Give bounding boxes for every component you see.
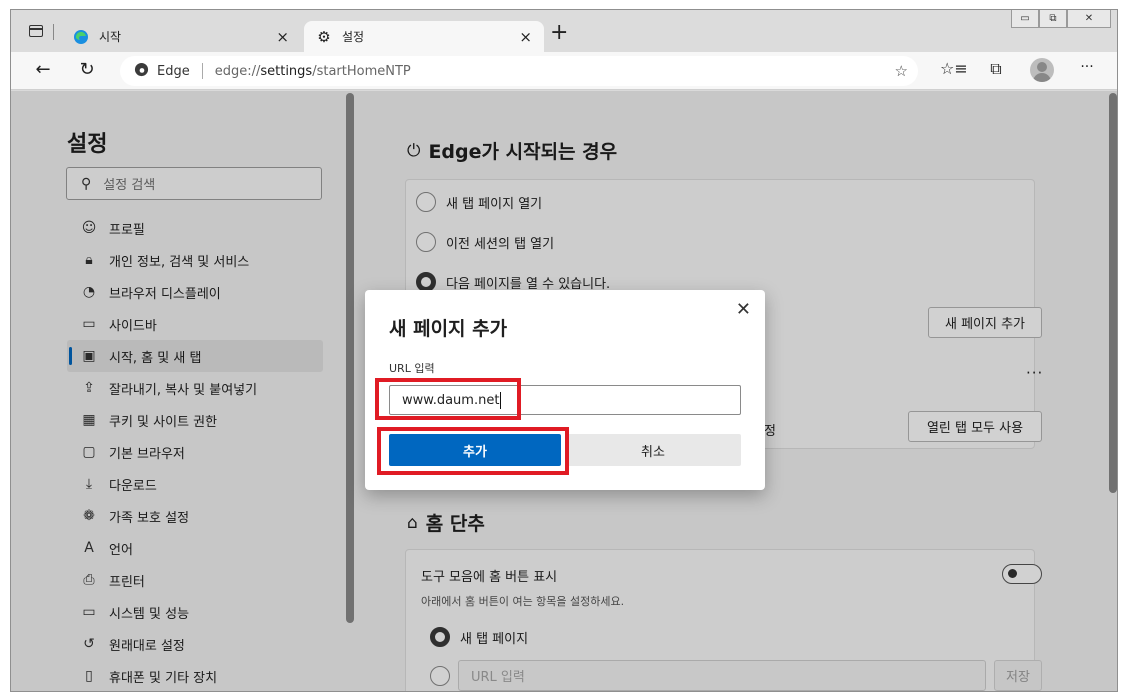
collections-icon[interactable]: ⧉	[984, 59, 1008, 79]
address-bar[interactable]: Edge edge://settings/startHomeNTP ☆	[120, 56, 918, 86]
profile-avatar[interactable]	[1030, 58, 1054, 82]
tab-start[interactable]: 시작 ×	[61, 21, 301, 52]
refresh-icon[interactable]: ↻	[75, 59, 99, 80]
minimize-button[interactable]: ▭	[1011, 10, 1039, 28]
gear-icon: ⚙	[317, 27, 331, 46]
add-favorite-icon[interactable]: ☆	[895, 62, 908, 80]
url-path-bold: settings	[260, 63, 313, 79]
tab-close-icon[interactable]: ×	[519, 28, 532, 46]
highlight-url-input	[375, 378, 521, 420]
favorites-icon[interactable]: ☆≡	[940, 59, 968, 78]
highlight-add-button	[377, 427, 569, 475]
more-menu-icon[interactable]: ···	[1075, 59, 1099, 75]
dialog-title: 새 페이지 추가	[389, 318, 508, 340]
cancel-button[interactable]: 취소	[565, 434, 741, 466]
close-icon[interactable]: ✕	[736, 299, 751, 320]
tab-close-icon[interactable]: ×	[276, 28, 289, 46]
edge-logo-icon	[134, 62, 149, 81]
tab-separator	[53, 24, 54, 40]
url-path-rest: /startHomeNTP	[312, 63, 411, 79]
close-window-button[interactable]: ✕	[1067, 10, 1111, 28]
new-tab-button[interactable]: +	[550, 22, 568, 44]
window-controls: ▭ ⧉ ✕	[1011, 10, 1111, 28]
tab-title: 설정	[342, 30, 365, 44]
restore-button[interactable]: ⧉	[1039, 10, 1067, 28]
url-prefix: edge://	[214, 63, 261, 79]
back-icon[interactable]: ←	[31, 59, 55, 80]
tab-settings[interactable]: ⚙ 설정 ×	[304, 21, 544, 52]
tab-title: 시작	[99, 30, 122, 44]
browser-toolbar: ← ↻ Edge edge://settings/startHomeNTP ☆ …	[11, 52, 1117, 90]
address-separator	[201, 63, 203, 79]
site-name: Edge	[157, 63, 190, 79]
edge-logo-icon	[73, 29, 89, 45]
tab-bar: 시작 × ⚙ 설정 × + ▭ ⧉ ✕	[11, 10, 1117, 52]
url-input-label: URL 입력	[389, 362, 435, 375]
tab-actions-icon[interactable]	[29, 25, 43, 37]
